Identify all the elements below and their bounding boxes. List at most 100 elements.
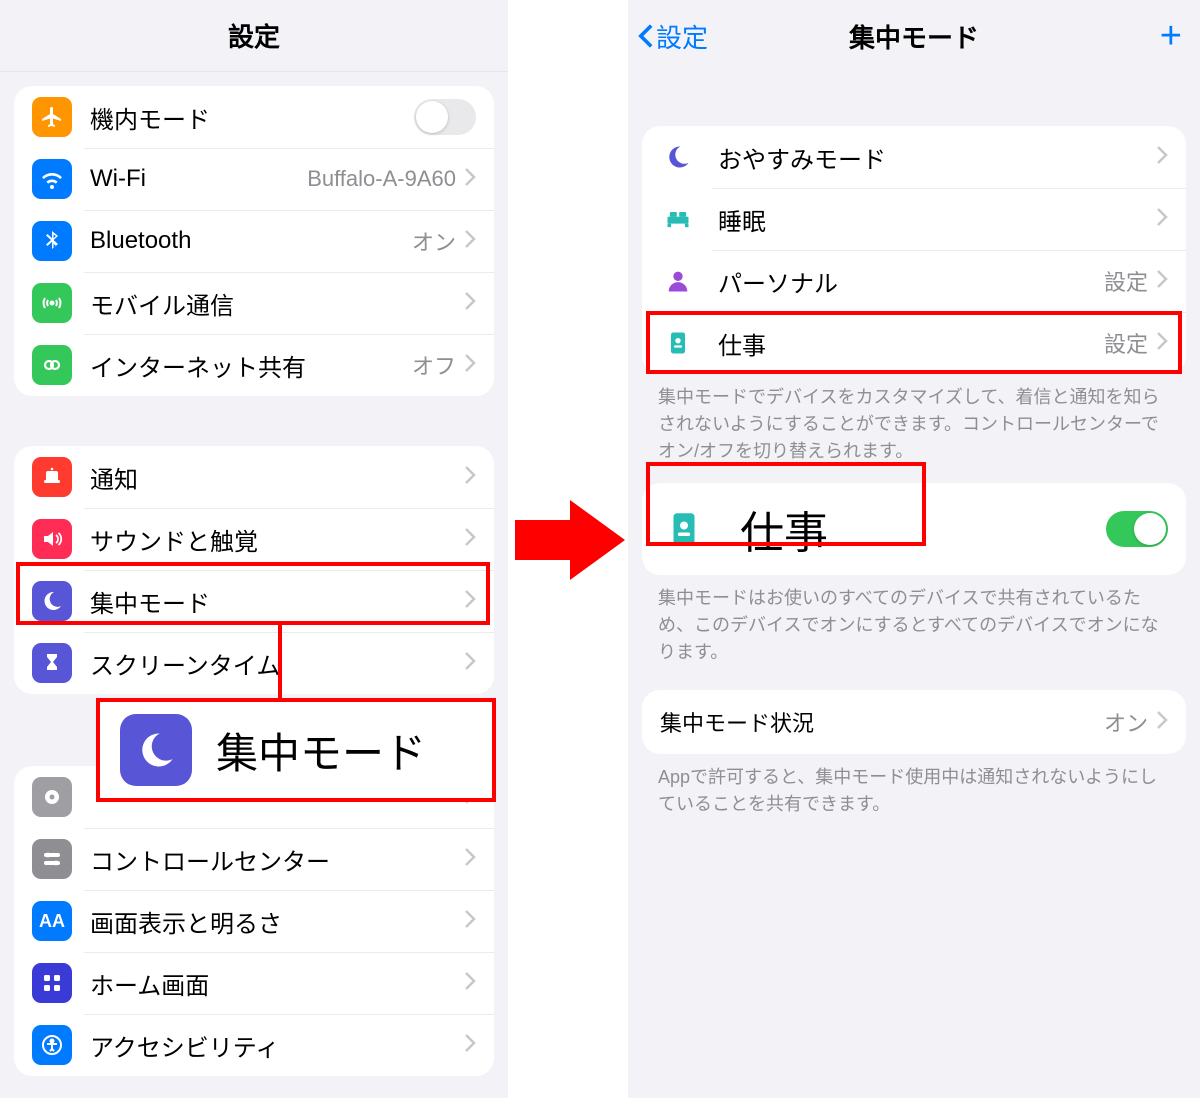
settings-group-general: 通知 サウンドと触覚 集中モード スクリーンタイム bbox=[14, 446, 494, 694]
settings-screen: 設定 機内モード Wi-Fi Buffalo-A-9A60 Bluetooth … bbox=[0, 0, 508, 1098]
row-personal[interactable]: パーソナル 設定 bbox=[642, 250, 1186, 312]
chevron-right-icon bbox=[464, 589, 476, 614]
focus-screen: 設定 集中モード + おやすみモード 睡眠 パーソナル 設定 bbox=[628, 0, 1200, 1098]
switches-icon bbox=[32, 839, 72, 879]
row-home-screen[interactable]: ホーム画面 bbox=[14, 952, 494, 1014]
antenna-icon bbox=[32, 283, 72, 323]
footer-text-3: Appで許可すると、集中モード使用中は通知されないようにしていることを共有できま… bbox=[628, 754, 1200, 818]
row-wifi[interactable]: Wi-Fi Buffalo-A-9A60 bbox=[14, 148, 494, 210]
row-focus[interactable]: 集中モード bbox=[14, 570, 494, 632]
page-title: 集中モード bbox=[849, 18, 979, 55]
bluetooth-icon bbox=[32, 221, 72, 261]
add-button[interactable]: + bbox=[1160, 15, 1182, 58]
wifi-icon bbox=[32, 159, 72, 199]
back-label: 設定 bbox=[656, 18, 708, 55]
row-airplane-mode[interactable]: 機内モード bbox=[14, 86, 494, 148]
chevron-right-icon bbox=[464, 651, 476, 676]
badge-icon bbox=[660, 325, 696, 361]
footer-text-2: 集中モードはお使いのすべてのデバイスで共有されているため、このデバイスでオンにす… bbox=[628, 575, 1200, 666]
back-button[interactable]: 設定 bbox=[638, 18, 708, 55]
row-label: Bluetooth bbox=[90, 227, 412, 255]
bed-icon bbox=[660, 201, 696, 237]
grid-icon bbox=[32, 963, 72, 1003]
row-label: 通知 bbox=[90, 460, 464, 495]
speaker-icon bbox=[32, 519, 72, 559]
row-value: オン bbox=[1104, 706, 1148, 738]
row-hotspot[interactable]: インターネット共有 オフ bbox=[14, 334, 494, 396]
row-bluetooth[interactable]: Bluetooth オン bbox=[14, 210, 494, 272]
moon-icon bbox=[660, 139, 696, 175]
hotspot-icon bbox=[32, 345, 72, 385]
row-label: Wi-Fi bbox=[90, 165, 307, 193]
navbar: 設定 集中モード + bbox=[628, 0, 1200, 72]
row-label: 睡眠 bbox=[718, 202, 1156, 237]
row-value: 設定 bbox=[1104, 265, 1148, 297]
callout-label: 集中モード bbox=[216, 720, 426, 781]
settings-group-display: 一般 コントロールセンター AA 画面表示と明るさ ホーム画面 bbox=[14, 766, 494, 1076]
navbar: 設定 bbox=[0, 0, 508, 72]
work-toggle[interactable] bbox=[1106, 511, 1168, 547]
row-value: Buffalo-A-9A60 bbox=[307, 166, 456, 192]
page-title: 設定 bbox=[228, 17, 280, 54]
row-label: アクセシビリティ bbox=[90, 1028, 464, 1063]
settings-group-connectivity: 機内モード Wi-Fi Buffalo-A-9A60 Bluetooth オン … bbox=[14, 86, 494, 396]
row-focus-status[interactable]: 集中モード状況 オン bbox=[642, 690, 1186, 754]
focus-modes-group: おやすみモード 睡眠 パーソナル 設定 仕事 設定 bbox=[642, 126, 1186, 374]
row-label: モバイル通信 bbox=[90, 286, 464, 321]
gear-icon bbox=[32, 777, 72, 817]
row-sounds[interactable]: サウンドと触覚 bbox=[14, 508, 494, 570]
row-control-center[interactable]: コントロールセンター bbox=[14, 828, 494, 890]
row-notifications[interactable]: 通知 bbox=[14, 446, 494, 508]
chevron-right-icon bbox=[464, 353, 476, 378]
chevron-right-icon bbox=[464, 465, 476, 490]
row-label: 機内モード bbox=[90, 100, 414, 135]
row-cellular[interactable]: モバイル通信 bbox=[14, 272, 494, 334]
row-label: インターネット共有 bbox=[90, 348, 412, 383]
connector-line bbox=[278, 625, 282, 703]
row-label: ホーム画面 bbox=[90, 966, 464, 1001]
work-focus-card: 仕事 bbox=[642, 483, 1186, 575]
work-card-label: 仕事 bbox=[740, 497, 1106, 561]
row-value: オフ bbox=[412, 349, 456, 381]
airplane-toggle[interactable] bbox=[414, 99, 476, 135]
row-sleep[interactable]: 睡眠 bbox=[642, 188, 1186, 250]
moon-icon bbox=[120, 714, 192, 786]
row-do-not-disturb[interactable]: おやすみモード bbox=[642, 126, 1186, 188]
row-label: パーソナル bbox=[718, 264, 1104, 299]
chevron-right-icon bbox=[1156, 145, 1168, 170]
row-value: 設定 bbox=[1104, 327, 1148, 359]
row-label: 集中モード bbox=[90, 584, 464, 619]
chevron-right-icon bbox=[464, 229, 476, 254]
hourglass-icon bbox=[32, 643, 72, 683]
chevron-right-icon bbox=[464, 971, 476, 996]
row-label: コントロールセンター bbox=[90, 842, 464, 877]
bell-icon bbox=[32, 457, 72, 497]
airplane-icon bbox=[32, 97, 72, 137]
row-label: スクリーンタイム bbox=[90, 646, 464, 681]
callout-focus: 集中モード bbox=[96, 698, 496, 802]
row-label: 集中モード状況 bbox=[660, 706, 1104, 738]
footer-text-1: 集中モードでデバイスをカスタマイズして、着信と通知を知らされないようにすることが… bbox=[628, 374, 1200, 465]
person-icon bbox=[660, 263, 696, 299]
chevron-right-icon bbox=[1156, 207, 1168, 232]
row-label: サウンドと触覚 bbox=[90, 522, 464, 557]
row-display[interactable]: AA 画面表示と明るさ bbox=[14, 890, 494, 952]
chevron-right-icon bbox=[464, 1033, 476, 1058]
aa-icon: AA bbox=[32, 901, 72, 941]
chevron-right-icon bbox=[464, 909, 476, 934]
chevron-right-icon bbox=[1156, 331, 1168, 356]
chevron-right-icon bbox=[464, 527, 476, 552]
row-label: 仕事 bbox=[718, 326, 1104, 361]
row-label: おやすみモード bbox=[718, 140, 1156, 175]
chevron-right-icon bbox=[1156, 710, 1168, 735]
chevron-right-icon bbox=[464, 291, 476, 316]
row-label: 画面表示と明るさ bbox=[90, 904, 464, 939]
row-value: オン bbox=[412, 225, 456, 257]
row-screentime[interactable]: スクリーンタイム bbox=[14, 632, 494, 694]
moon-icon bbox=[32, 581, 72, 621]
person-circle-icon bbox=[32, 1025, 72, 1065]
transition-arrow bbox=[510, 480, 630, 600]
chevron-right-icon bbox=[1156, 269, 1168, 294]
row-accessibility[interactable]: アクセシビリティ bbox=[14, 1014, 494, 1076]
row-work[interactable]: 仕事 設定 bbox=[642, 312, 1186, 374]
